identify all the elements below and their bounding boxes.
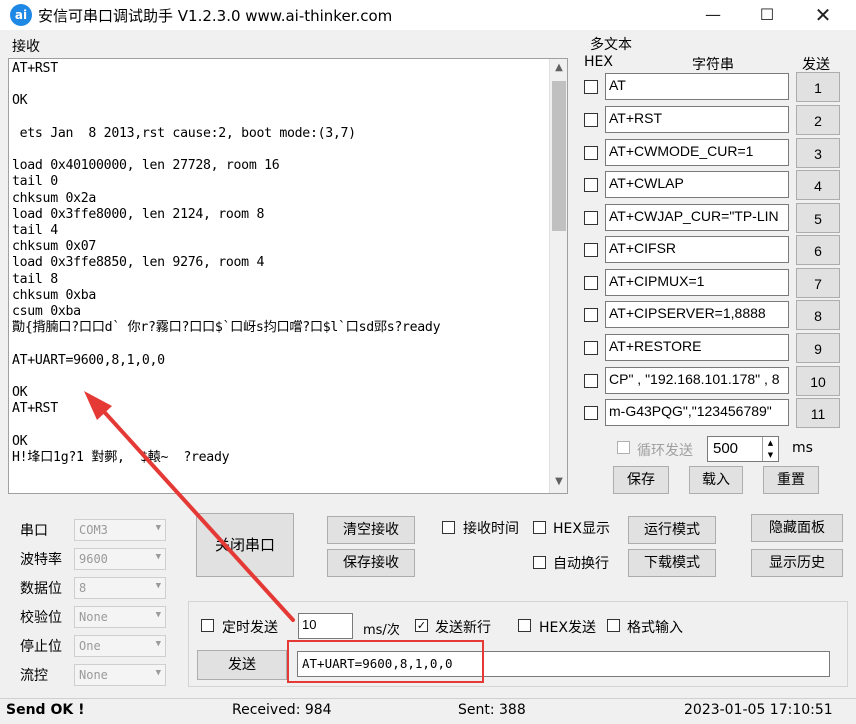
send-status: Send OK !	[6, 702, 85, 718]
sent-count: Sent: 388	[458, 702, 526, 718]
annotation-arrow	[84, 391, 295, 622]
arrow-line	[96, 403, 295, 622]
status-timestamp: 2023-01-05 17:10:51	[684, 702, 833, 718]
received-count: Received: 984	[232, 702, 332, 718]
